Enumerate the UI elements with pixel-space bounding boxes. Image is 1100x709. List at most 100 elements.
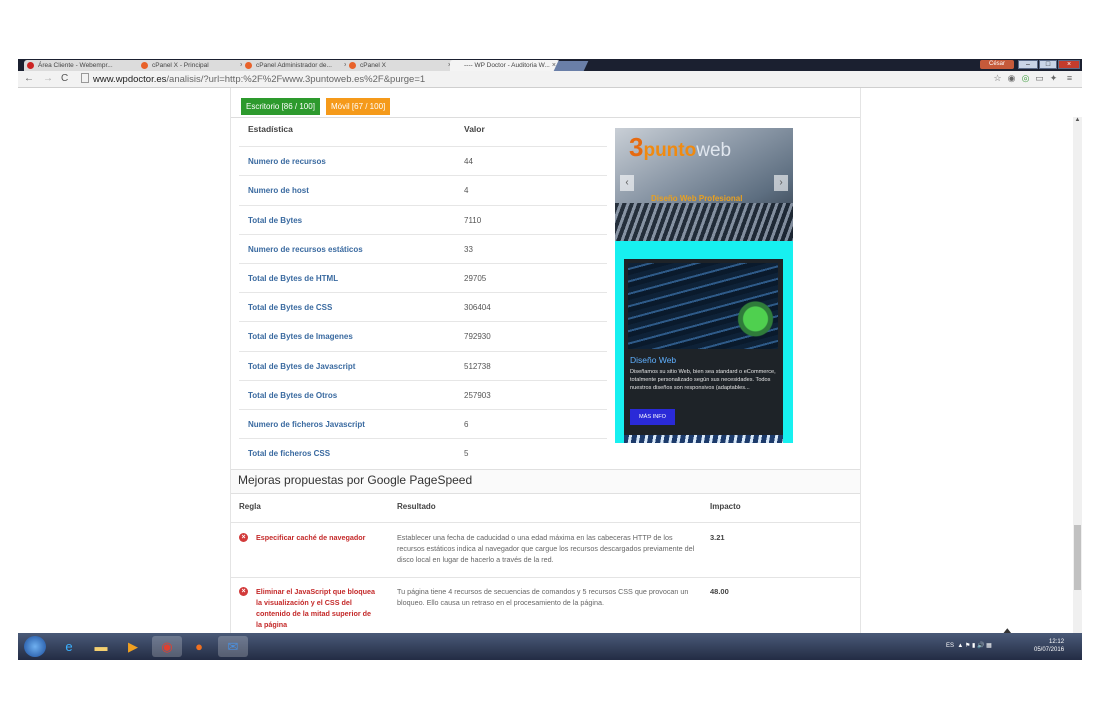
tab-label: cPanel X [360,62,387,69]
pagespeed-title: Mejoras propuestas por Google PageSpeed [238,473,473,487]
browser-tab[interactable]: cPanel Administrador de... × [242,60,352,71]
back-to-top-arrow-icon[interactable]: 🡅 [996,623,1019,633]
tab-label: Área Cliente - Webempr... [38,62,113,69]
slider-image [615,203,793,241]
stat-name: Total de Bytes de Otros [248,390,338,400]
rule-result: Establecer una fecha de caducidad o una … [397,533,695,564]
stat-value: 44 [464,157,473,167]
maximize-button[interactable]: □ [1039,60,1057,69]
tray-icons[interactable]: ▲ ⚑ ▮ 🔊 ▦ [956,643,991,649]
column-header-result: Resultado [397,502,436,511]
language-indicator[interactable]: ES [946,643,954,649]
table-row: Numero de ficheros Javascript 6 [239,410,607,440]
stat-value: 33 [464,244,473,254]
browser-tab-active[interactable]: ---- WP Doctor - Auditoria W... × [450,60,560,71]
extension-icon[interactable]: ◎ [1020,73,1031,84]
browser-tab[interactable]: cPanel X × [346,60,456,71]
table-row: Total de Bytes de CSS 306404 [239,293,607,323]
start-button-icon[interactable] [24,636,46,657]
tab-label: cPanel Administrador de... [256,62,332,69]
stat-name: Total de Bytes de Javascript [248,361,356,371]
url-host: www.wpdoctor.es [93,74,167,85]
stat-name: Numero de ficheros Javascript [248,419,365,429]
table-row: Total de Bytes de HTML 29705 [239,264,607,294]
firefox-icon[interactable]: ● [188,636,210,657]
media-player-icon[interactable]: ▶ [122,636,144,657]
rule-name: Especificar caché de navegador [256,533,366,542]
date: 05/07/2016 [1034,647,1065,653]
browser-tab[interactable]: Área Cliente - Webempr... × [24,60,154,71]
column-header-statistic: Estadística [248,124,293,134]
brand-logo: 3puntoweb [629,132,732,162]
promo-slider[interactable]: 3puntoweb Diseño Web Profesional ‹ › [615,128,793,241]
clock[interactable]: 12:12 05/07/2016 [1034,638,1064,654]
table-row: Total de Bytes 7110 [239,206,607,235]
table-row: × Especificar caché de navegador Estable… [231,523,860,578]
ad-title: Diseño Web [630,355,677,365]
stat-name: Total de Bytes de CSS [248,303,333,313]
system-tray[interactable]: ES ▲ ⚑ ▮ 🔊 ▦ [946,642,992,649]
tab-mobile-score[interactable]: Móvil [67 / 100] [326,98,391,115]
table-header-row: Estadística Valor [239,118,607,148]
table-row: Total de Bytes de Javascript 512738 [239,352,607,381]
table-row: Total de ficheros CSS 5 [239,439,607,468]
webempresa-icon [27,62,34,69]
reload-icon[interactable]: C [61,74,68,84]
windows-taskbar: e ▬ ▶ ◉ ● ✉ ES ▲ ⚑ ▮ 🔊 ▦ 12:12 05/07/201… [18,633,1082,660]
new-tab-button[interactable] [553,61,589,71]
more-info-button[interactable]: MÁS INFO [630,409,675,425]
slider-caption: Diseño Web Profesional [651,194,743,203]
stat-value: 257903 [464,390,491,400]
globe-image [628,263,778,349]
rule-impact: 3.21 [710,533,725,542]
stat-value: 6 [464,419,469,429]
outlook-icon[interactable]: ✉ [218,636,248,657]
cpanel-icon [141,62,148,69]
page-icon [81,73,89,83]
scrollbar[interactable]: ▲ ▼ [1073,117,1082,633]
ad-decoration [624,435,783,443]
cast-icon[interactable]: ▭ [1034,73,1045,84]
stat-name: Total de Bytes de Imagenes [248,332,353,342]
web-page: Escritorio [86 / 100] Móvil [67 / 100] E… [18,88,1082,633]
internet-explorer-icon[interactable]: e [58,636,80,657]
tab-desktop-score[interactable]: Escritorio [86 / 100] [241,98,320,115]
minimize-button[interactable]: – [1018,60,1038,69]
scrollbar-thumb[interactable] [1074,525,1081,590]
ad-text: Diseñamos su sitio Web, bien sea standar… [630,369,776,391]
back-arrow-icon[interactable]: ← [24,74,34,84]
menu-icon[interactable]: ≡ [1064,73,1075,84]
web-design-ad: Diseño Web Diseñamos su sitio Web, bien … [615,241,793,443]
column-header-value: Valor [464,124,485,134]
table-row: Total de Bytes de Otros 257903 [239,381,607,410]
rule-result: Tu página tiene 4 recursos de secuencias… [397,587,689,607]
chrome-icon[interactable]: ◉ [152,636,182,657]
column-header-rule: Regla [239,502,261,511]
error-icon: × [239,587,248,596]
table-row: Total de Bytes de Imagenes 792930 [239,322,607,352]
tab-label: ---- WP Doctor - Auditoria W... [464,62,550,69]
report-content: Escritorio [86 / 100] Móvil [67 / 100] E… [230,88,861,633]
browser-tab[interactable]: cPanel X - Principal × [138,60,248,71]
stat-name: Total de Bytes [248,215,303,225]
star-icon[interactable]: ☆ [992,73,1003,84]
cpanel-icon [349,62,356,69]
ad-card: Diseño Web Diseñamos su sitio Web, bien … [624,259,783,443]
extension-icon[interactable]: ✦ [1048,73,1059,84]
screenshot: Área Cliente - Webempr... × cPanel X - P… [18,59,1082,660]
stat-name: Numero de recursos estáticos [248,244,363,254]
user-profile-badge[interactable]: César [980,60,1014,69]
error-icon: × [239,533,248,542]
close-window-button[interactable]: × [1058,60,1080,69]
time: 12:12 [1049,639,1065,645]
slider-prev-icon[interactable]: ‹ [620,175,634,191]
browser-tab-bar: Área Cliente - Webempr... × cPanel X - P… [18,59,1082,71]
url-field[interactable]: www.wpdoctor.es/analisis/?url=http:%2F%2… [81,73,981,85]
file-explorer-icon[interactable]: ▬ [90,636,112,657]
extension-icon[interactable]: ◉ [1006,73,1017,84]
address-bar-row: ← → C www.wpdoctor.es/analisis/?url=http… [18,71,1082,88]
scroll-up-icon[interactable]: ▲ [1073,117,1082,127]
slider-next-icon[interactable]: › [774,175,788,191]
forward-arrow-icon[interactable]: → [43,74,53,84]
stat-value: 29705 [464,273,487,283]
